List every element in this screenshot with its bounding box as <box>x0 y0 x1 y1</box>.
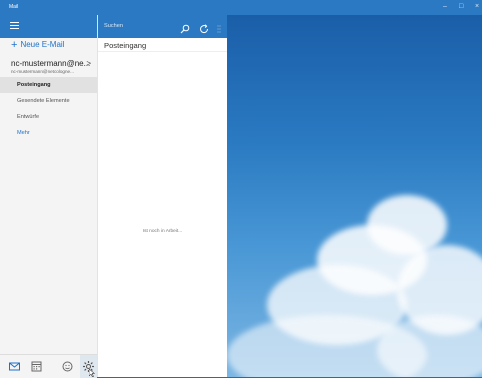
new-mail-button[interactable]: + Neue E-Mail <box>11 38 65 51</box>
current-folder-title: Posteingang <box>104 41 147 50</box>
account-selector[interactable]: nc-mustermann@ne... nc-mustermann@netcol… <box>11 59 95 74</box>
message-list-pane: Suchen Posteingang Ist noch in Arbeit... <box>98 15 227 377</box>
settings-gear-icon[interactable] <box>80 355 97 378</box>
folder-list: Posteingang Gesendete Elemente Entwürfe … <box>0 77 97 141</box>
search-input[interactable]: Suchen <box>104 23 123 29</box>
navigation-pane: + Neue E-Mail nc-mustermann@ne... nc-mus… <box>0 15 98 378</box>
window-title: Mail <box>9 4 19 10</box>
maximize-button[interactable]: □ <box>459 3 463 10</box>
nav-bottom-bar <box>0 354 97 378</box>
account-name: nc-mustermann@ne... <box>11 59 91 68</box>
nav-header <box>0 15 97 38</box>
chevron-right-icon: > <box>86 59 91 68</box>
feedback-smiley-icon[interactable] <box>61 360 74 373</box>
selection-mode-icon[interactable] <box>215 21 223 39</box>
account-email: nc-mustermann@netcologne... <box>11 69 74 74</box>
folder-item-inbox[interactable]: Posteingang <box>0 77 97 93</box>
loading-status-text: Ist noch in Arbeit... <box>142 229 183 234</box>
folder-item-drafts[interactable]: Entwürfe <box>0 109 97 125</box>
reading-pane-background <box>227 15 482 377</box>
close-button[interactable]: × <box>475 3 479 10</box>
calendar-icon[interactable] <box>30 360 43 373</box>
sync-icon[interactable] <box>199 21 209 39</box>
folder-item-sent[interactable]: Gesendete Elemente <box>0 93 97 109</box>
mail-icon[interactable] <box>8 360 21 373</box>
minimize-button[interactable]: – <box>443 3 447 10</box>
list-header: Suchen <box>98 15 227 38</box>
mouse-cursor-icon <box>89 369 95 377</box>
plus-icon: + <box>11 38 18 51</box>
search-icon[interactable] <box>180 21 190 39</box>
window-titlebar: Mail – □ × <box>0 0 482 15</box>
new-mail-label: Neue E-Mail <box>20 40 65 49</box>
hamburger-menu-icon[interactable] <box>10 22 19 29</box>
more-folders-link[interactable]: Mehr <box>0 125 97 141</box>
list-divider <box>98 51 227 52</box>
